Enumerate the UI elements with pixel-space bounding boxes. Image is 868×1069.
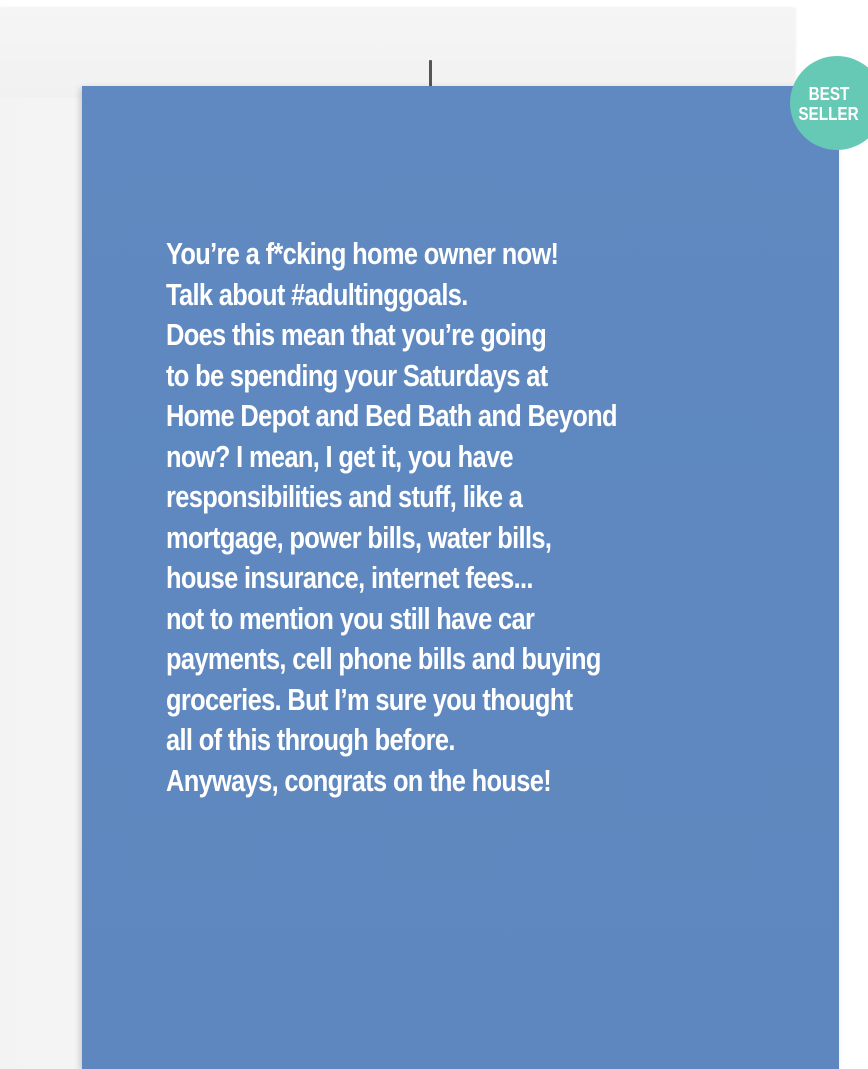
product-photo: You’re a f*cking home owner now! Talk ab…: [0, 0, 868, 1069]
card-message-line: Home Depot and Bed Bath and Beyond: [166, 398, 617, 433]
envelope-flap: [0, 8, 795, 98]
card-message-line: now? I mean, I get it, you have: [166, 438, 514, 474]
card-message-line: mortgage, power bills, water bills,: [166, 519, 552, 555]
card-message-line: You’re a f*cking home owner now!: [166, 236, 559, 271]
card-message-line: Talk about #adultinggoals.: [166, 276, 468, 312]
badge-line-1: BEST: [808, 84, 850, 104]
card-message-line: all of this through before.: [166, 722, 455, 757]
badge-line-2: SELLER: [798, 104, 860, 124]
card-message: You’re a f*cking home owner now! Talk ab…: [166, 234, 674, 801]
card-message-line: to be spending your Saturdays at: [166, 357, 548, 393]
greeting-card: You’re a f*cking home owner now! Talk ab…: [82, 86, 839, 1069]
card-message-line: Does this mean that you’re going: [166, 317, 547, 352]
card-message-line: groceries. But I’m sure you thought: [166, 681, 573, 717]
card-message-line: responsibilities and stuff, like a: [166, 479, 523, 514]
card-message-line: Anyways, congrats on the house!: [166, 762, 552, 798]
card-message-line: payments, cell phone bills and buying: [166, 641, 601, 676]
card-message-line: house insurance, internet fees...: [166, 560, 533, 595]
card-message-line: not to mention you still have car: [166, 600, 535, 636]
